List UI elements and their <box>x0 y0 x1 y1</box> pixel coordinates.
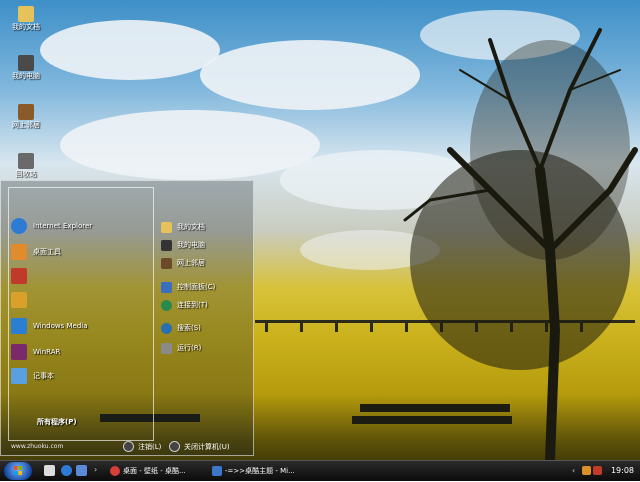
task-label: 桌面 - 壁纸 - 桌酷... <box>123 466 186 475</box>
network-icon <box>161 257 172 269</box>
desktop-icon-label: 网上邻居 <box>12 121 40 129</box>
power-icon <box>169 441 180 452</box>
run-icon <box>161 342 172 354</box>
start-item-app-3[interactable] <box>11 267 33 285</box>
start-right-search[interactable]: 搜索(S) <box>161 320 201 336</box>
quicklaunch-icon[interactable] <box>76 465 87 476</box>
site-url: www.zhuoku.com <box>11 443 64 450</box>
ie-icon <box>11 218 27 234</box>
start-button[interactable] <box>4 462 32 480</box>
network-icon <box>18 104 34 120</box>
window-icon <box>212 465 222 476</box>
tray-app-icon[interactable] <box>582 466 591 475</box>
shutdown-button[interactable]: 关闭计算机(U) <box>169 441 230 452</box>
colorful-app-icon <box>11 292 27 308</box>
control-panel-icon <box>161 281 172 293</box>
app-icon <box>11 244 27 260</box>
start-item-internet-explorer[interactable]: Internet Explorer <box>11 217 92 235</box>
start-right-connect[interactable]: 连接到(T) <box>161 297 208 313</box>
task-browser[interactable]: 桌面 - 壁纸 - 桌酷... <box>110 463 206 478</box>
start-item-label: WinRAR <box>33 348 61 356</box>
desktop-icon-label: 我的文档 <box>12 23 40 31</box>
start-menu: Internet Explorer 桌面工具 Windows Media Win… <box>0 180 254 456</box>
media-icon <box>11 318 27 334</box>
start-right-computer[interactable]: 我的电脑 <box>161 237 205 253</box>
start-item-windows-media[interactable]: Windows Media <box>11 317 88 335</box>
desktop-icon-documents[interactable]: 我的文档 <box>4 6 48 52</box>
start-item-label: 记事本 <box>33 372 54 380</box>
computer-icon <box>18 55 34 71</box>
tree-silhouette <box>403 28 638 460</box>
red-app-icon <box>11 268 27 284</box>
start-right-label: 运行(R) <box>177 344 202 352</box>
tray-volume-icon[interactable] <box>593 466 602 475</box>
winrar-icon <box>11 344 27 360</box>
task-label: -=>>桌酷主题 - Mi... <box>225 466 295 475</box>
computer-icon <box>161 239 172 251</box>
logoff-button[interactable]: 注销(L) <box>123 441 161 452</box>
folder-icon <box>161 221 172 233</box>
folder-icon <box>18 6 34 22</box>
system-tray: ‹ 19:08 <box>572 461 640 481</box>
start-right-control-panel[interactable]: 控制面板(C) <box>161 279 215 295</box>
show-desktop-icon[interactable] <box>44 465 55 476</box>
start-right-label: 我的文档 <box>177 223 205 231</box>
desktop-icon-network[interactable]: 网上邻居 <box>4 104 48 150</box>
clock[interactable]: 19:08 <box>611 466 634 475</box>
desktop-icon-computer[interactable]: 我的电脑 <box>4 55 48 101</box>
start-item-notepad[interactable]: 记事本 <box>11 367 54 385</box>
ie-icon[interactable] <box>61 465 72 476</box>
taskbar: › 桌面 - 壁纸 - 桌酷... -=>>桌酷主题 - Mi... ‹ 19:… <box>0 460 640 481</box>
shutdown-label: 关闭计算机(U) <box>184 442 230 451</box>
start-right-label: 控制面板(C) <box>177 283 216 291</box>
start-item-app-4[interactable] <box>11 291 33 309</box>
start-right-network[interactable]: 网上邻居 <box>161 255 205 271</box>
start-right-run[interactable]: 运行(R) <box>161 340 201 356</box>
start-item-desktop-tool[interactable]: 桌面工具 <box>11 243 61 261</box>
start-right-label: 连接到(T) <box>177 301 208 309</box>
start-item-winrar[interactable]: WinRAR <box>11 343 60 361</box>
quicklaunch-chevron-icon[interactable]: › <box>94 465 97 474</box>
tray-expand-icon[interactable]: ‹ <box>572 466 575 475</box>
chrome-icon <box>110 465 120 476</box>
desktop-icon-label: 回收站 <box>15 170 37 178</box>
recycle-bin-icon <box>18 153 34 169</box>
start-right-documents[interactable]: 我的文档 <box>161 219 205 235</box>
start-right-label: 我的电脑 <box>177 241 205 249</box>
connect-icon <box>161 299 172 311</box>
start-item-label: Windows Media <box>33 322 88 330</box>
notepad-icon <box>11 368 27 384</box>
task-window[interactable]: -=>>桌酷主题 - Mi... <box>212 463 312 478</box>
start-right-label: 网上邻居 <box>177 259 205 267</box>
search-icon <box>161 322 172 334</box>
windows-logo-icon <box>14 466 22 475</box>
all-programs-button[interactable]: 所有程序(P) <box>37 417 77 427</box>
start-item-label: Internet Explorer <box>33 222 93 230</box>
logoff-icon <box>123 441 134 452</box>
start-item-label: 桌面工具 <box>33 248 61 256</box>
logoff-label: 注销(L) <box>138 442 162 451</box>
desktop-icons: 我的文档 我的电脑 网上邻居 回收站 <box>4 4 48 202</box>
desktop-icon-label: 我的电脑 <box>12 72 40 80</box>
start-right-label: 搜索(S) <box>177 324 201 332</box>
